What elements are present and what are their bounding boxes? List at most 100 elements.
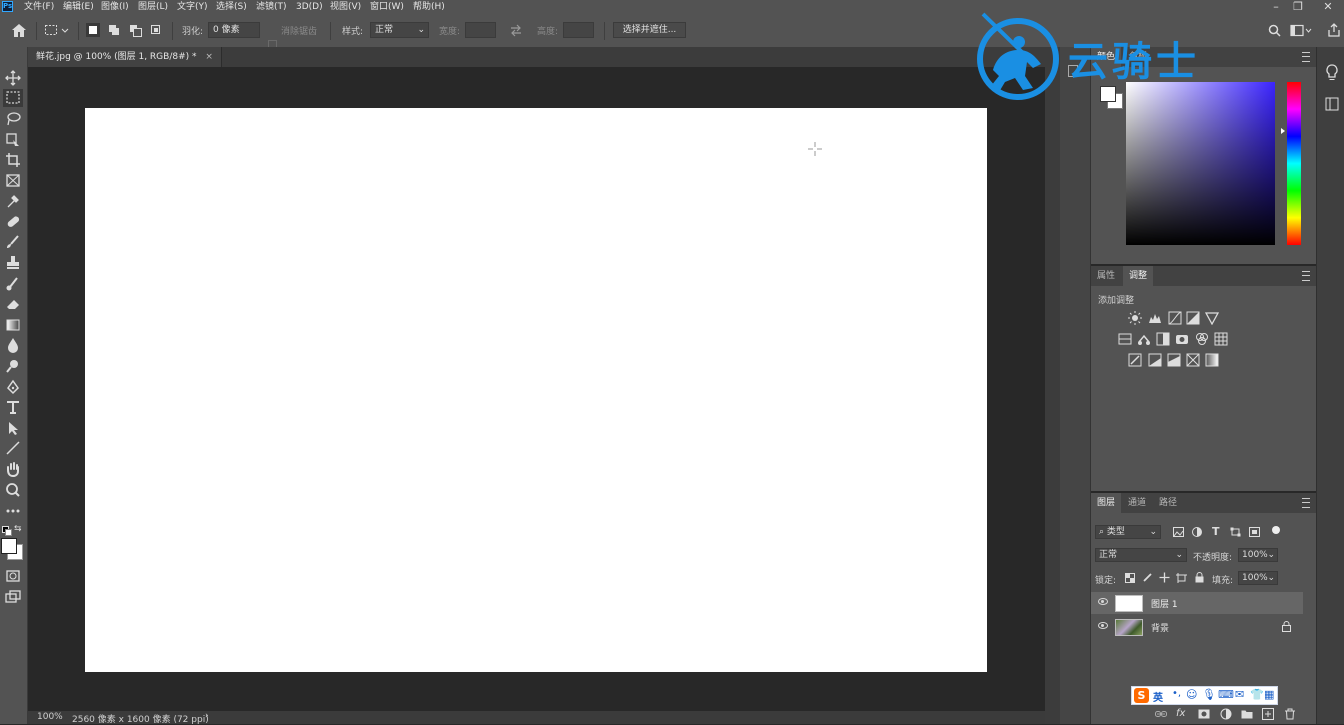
hue-slider-marker-icon[interactable]: [1281, 128, 1285, 134]
lock-position-icon[interactable]: [1159, 572, 1170, 583]
share-icon[interactable]: [1327, 23, 1341, 37]
lock-image-icon[interactable]: [1142, 573, 1152, 583]
ime-language-toggle[interactable]: 英: [1153, 689, 1163, 704]
layer-name[interactable]: 图层 1: [1151, 597, 1178, 610]
tab-close-icon[interactable]: ×: [205, 52, 213, 62]
feather-input[interactable]: 0 像素: [208, 22, 260, 38]
libraries-icon[interactable]: [1325, 97, 1339, 111]
style-select[interactable]: 正常 ⌄: [370, 22, 429, 38]
zoom-level[interactable]: 100%: [37, 712, 63, 722]
color-lookup-icon[interactable]: [1214, 332, 1228, 346]
ime-emoji-icon[interactable]: ☺: [1186, 688, 1197, 701]
lasso-tool-icon[interactable]: [3, 110, 23, 128]
fill-input[interactable]: 100% ⌄: [1238, 571, 1278, 585]
eraser-tool-icon[interactable]: [3, 295, 23, 313]
selective-color-icon[interactable]: [1186, 353, 1200, 367]
layer-row-layer1[interactable]: 图层 1: [1091, 592, 1303, 614]
document-tab[interactable]: 鲜花.jpg @ 100% (图层 1, RGB/8#) * ×: [28, 47, 222, 67]
filter-type-icon[interactable]: T: [1212, 525, 1220, 538]
clone-stamp-tool-icon[interactable]: [3, 254, 23, 272]
filter-adjustment-icon[interactable]: [1192, 527, 1202, 537]
pen-tool-icon[interactable]: [3, 378, 23, 396]
fx-icon[interactable]: fx: [1176, 708, 1185, 719]
menu-help[interactable]: 帮助(H): [413, 0, 445, 14]
move-tool-icon[interactable]: [3, 69, 23, 87]
tab-adjustments[interactable]: 调整: [1123, 266, 1154, 286]
panel-menu-icon[interactable]: [1302, 498, 1310, 508]
new-adjustment-layer-icon[interactable]: [1220, 708, 1232, 720]
more-tools-icon[interactable]: [3, 502, 23, 520]
hand-tool-icon[interactable]: [3, 460, 23, 478]
lock-transparent-icon[interactable]: [1125, 573, 1135, 583]
tab-properties[interactable]: 属性: [1091, 266, 1121, 286]
document-canvas[interactable]: [85, 108, 987, 672]
new-group-icon[interactable]: [1241, 708, 1253, 720]
layer-row-background[interactable]: 背景: [1091, 616, 1303, 638]
screen-mode-icon[interactable]: [3, 588, 23, 606]
photo-filter-icon[interactable]: [1175, 332, 1189, 346]
ime-menu-icon[interactable]: ▦: [1264, 688, 1274, 701]
default-colors-icon[interactable]: [2, 526, 12, 536]
ime-keyboard-icon[interactable]: ⌨: [1218, 688, 1234, 701]
hue-slider[interactable]: [1287, 82, 1301, 245]
search-icon[interactable]: [1268, 24, 1281, 37]
menu-type[interactable]: 文字(Y): [177, 0, 208, 14]
object-select-tool-icon[interactable]: [3, 131, 23, 149]
line-tool-icon[interactable]: [3, 439, 23, 457]
color-field[interactable]: [1126, 82, 1275, 245]
panel-menu-icon[interactable]: [1302, 271, 1310, 281]
swap-colors-icon[interactable]: ⇆: [14, 525, 23, 534]
menu-window[interactable]: 窗口(W): [370, 0, 404, 14]
new-layer-icon[interactable]: [1262, 708, 1274, 720]
levels-icon[interactable]: [1148, 311, 1162, 325]
foreground-color-swatch[interactable]: [1, 538, 17, 554]
menu-layer[interactable]: 图层(L): [138, 0, 168, 14]
ime-toolbar[interactable]: S 英 •, ☺ 🎙 ⌨ ✉ 👕 ▦: [1131, 686, 1278, 705]
restore-icon[interactable]: ❐: [1288, 0, 1308, 14]
history-brush-tool-icon[interactable]: [3, 275, 23, 293]
gradient-map-icon[interactable]: [1205, 353, 1219, 367]
menu-3d[interactable]: 3D(D): [296, 0, 323, 14]
learn-lightbulb-icon[interactable]: [1325, 64, 1339, 82]
layer-filter-select[interactable]: ⌕ 类型 ⌄: [1095, 525, 1161, 539]
menu-edit[interactable]: 编辑(E): [63, 0, 94, 14]
blur-tool-icon[interactable]: [3, 336, 23, 354]
menu-image[interactable]: 图像(I): [101, 0, 129, 14]
status-menu-arrow-icon[interactable]: ›: [205, 711, 209, 721]
home-icon[interactable]: [10, 22, 28, 38]
black-white-icon[interactable]: [1156, 332, 1170, 346]
add-mask-icon[interactable]: [1198, 708, 1210, 720]
ime-logo-icon[interactable]: S: [1134, 688, 1149, 703]
quick-mask-icon[interactable]: [3, 567, 23, 585]
width-input[interactable]: [465, 22, 496, 38]
eyedropper-tool-icon[interactable]: [3, 192, 23, 210]
menu-select[interactable]: 选择(S): [216, 0, 247, 14]
curves-icon[interactable]: [1168, 311, 1182, 325]
ime-punctuation-icon[interactable]: •,: [1172, 688, 1181, 699]
close-window-icon[interactable]: ✕: [1318, 0, 1338, 14]
menu-file[interactable]: 文件(F): [24, 0, 54, 14]
rect-marquee-tool-icon[interactable]: [3, 89, 23, 107]
brush-tool-icon[interactable]: [3, 233, 23, 251]
intersect-selection-icon[interactable]: [149, 23, 163, 37]
visibility-eye-icon[interactable]: [1098, 622, 1108, 629]
filter-smart-object-icon[interactable]: [1249, 527, 1260, 537]
layer-name[interactable]: 背景: [1151, 621, 1169, 634]
invert-icon[interactable]: [1128, 353, 1142, 367]
add-selection-icon[interactable]: [107, 23, 121, 37]
menu-filter[interactable]: 滤镜(T): [256, 0, 287, 14]
channel-mixer-icon[interactable]: [1195, 332, 1209, 346]
filter-toggle-icon[interactable]: [1272, 526, 1280, 534]
lock-artboard-icon[interactable]: [1176, 573, 1187, 583]
swap-dimensions-icon[interactable]: [509, 24, 523, 37]
dodge-tool-icon[interactable]: [3, 357, 23, 375]
ime-skin-icon[interactable]: 👕: [1250, 688, 1264, 701]
vertical-scrollbar[interactable]: [1045, 47, 1060, 724]
tab-paths[interactable]: 路径: [1153, 493, 1183, 513]
panel-menu-icon[interactable]: [1302, 52, 1310, 62]
posterize-icon[interactable]: [1148, 353, 1162, 367]
new-selection-icon[interactable]: [86, 23, 100, 37]
menu-view[interactable]: 视图(V): [330, 0, 361, 14]
minimize-icon[interactable]: –: [1266, 0, 1286, 14]
path-selection-tool-icon[interactable]: [3, 419, 23, 437]
